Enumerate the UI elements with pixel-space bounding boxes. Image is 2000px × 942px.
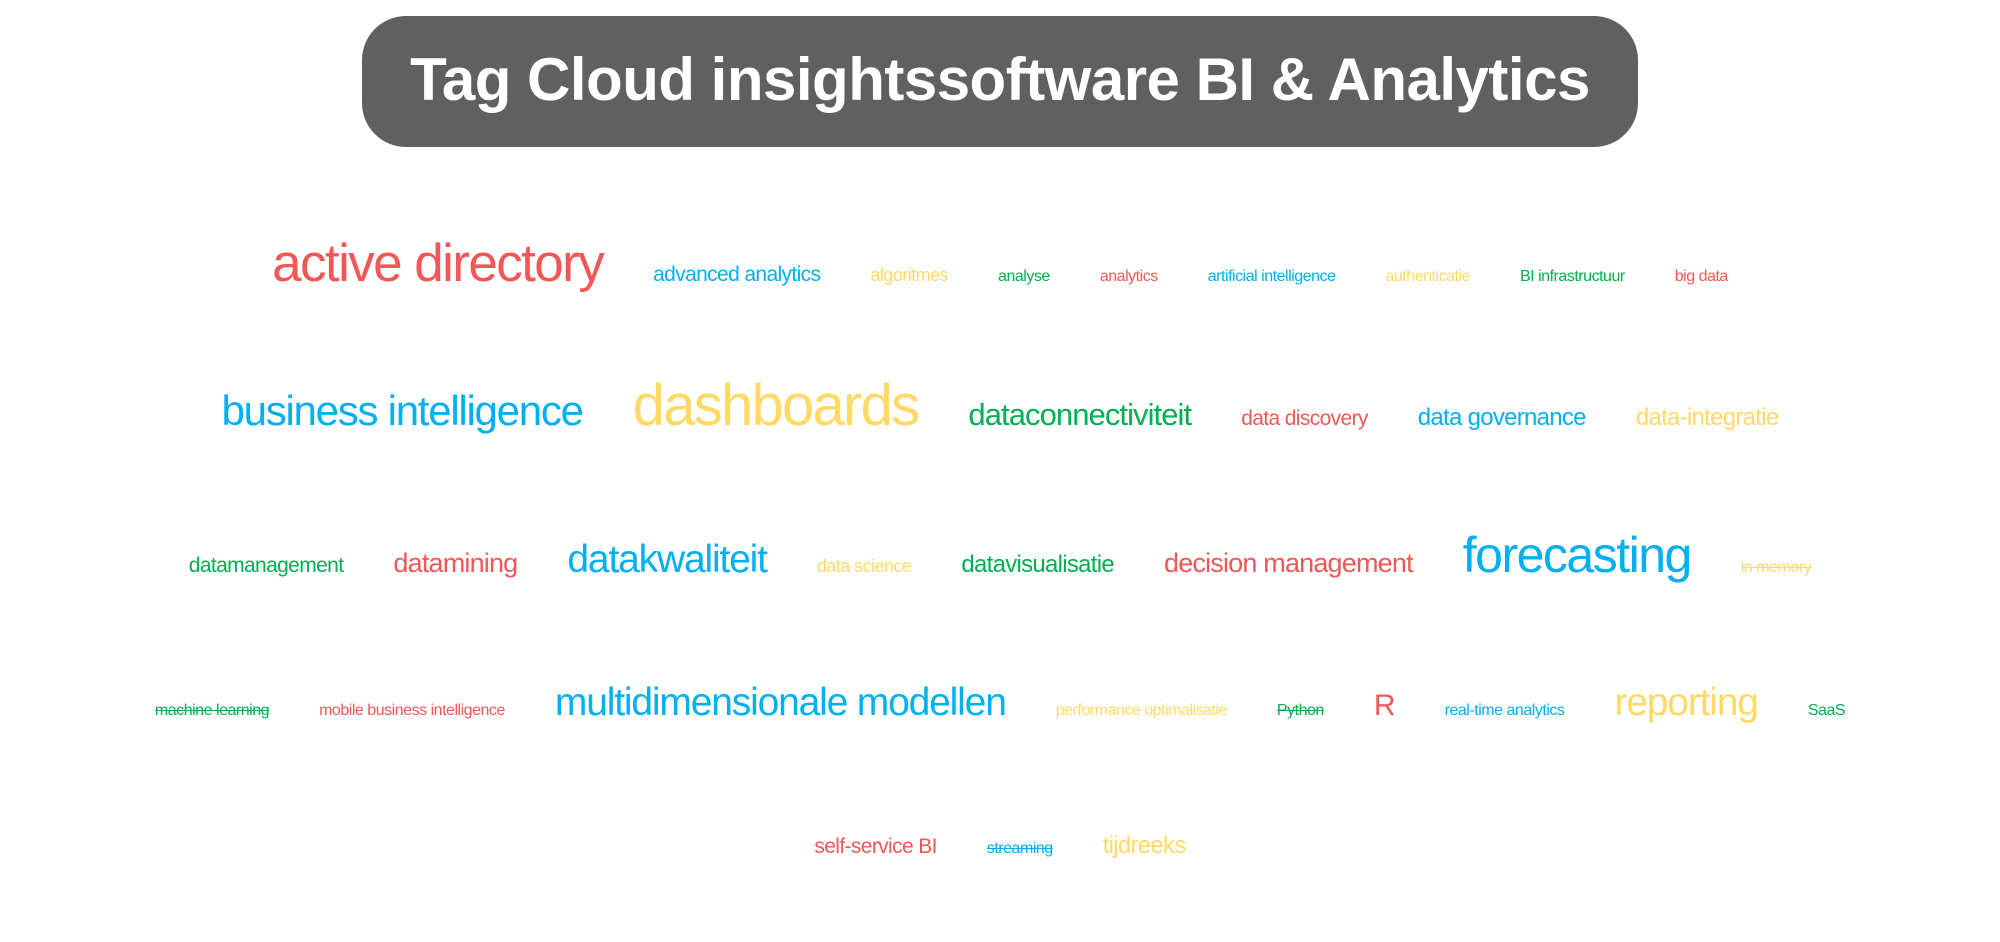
tag-datamanagement[interactable]: datamanagement bbox=[189, 555, 344, 576]
tag-analyse[interactable]: analyse bbox=[998, 269, 1050, 285]
tag-bi-infrastructuur[interactable]: BI infrastructuur bbox=[1520, 269, 1625, 285]
tag-artificial-intelligence[interactable]: artificial intelligence bbox=[1208, 269, 1336, 285]
tag-machine-learning[interactable]: machine learning bbox=[155, 703, 270, 719]
tag-python[interactable]: Python bbox=[1277, 703, 1324, 719]
tag-data-discovery[interactable]: data discovery bbox=[1241, 408, 1368, 429]
tag-decision-management[interactable]: decision management bbox=[1164, 550, 1414, 577]
tag-r[interactable]: R bbox=[1374, 691, 1396, 721]
tag-advanced-analytics[interactable]: advanced analytics bbox=[653, 264, 821, 285]
tag-streaming[interactable]: streaming bbox=[987, 841, 1053, 857]
tag-datakwaliteit[interactable]: datakwaliteit bbox=[567, 540, 768, 579]
tag-self-service-bi[interactable]: self-service BI bbox=[814, 836, 937, 857]
tag-saas[interactable]: SaaS bbox=[1808, 703, 1846, 719]
tag-tijdreeks[interactable]: tijdreeks bbox=[1103, 834, 1187, 858]
tag-dataconnectiviteit[interactable]: dataconnectiviteit bbox=[968, 399, 1192, 430]
tag-algoritmes[interactable]: algoritmes bbox=[870, 266, 948, 284]
tag-authenticatie[interactable]: authenticatie bbox=[1385, 269, 1470, 285]
tag-big-data[interactable]: big data bbox=[1675, 269, 1729, 285]
tag-in-memory[interactable]: in memory bbox=[1741, 560, 1812, 576]
tag-analytics[interactable]: analytics bbox=[1100, 269, 1158, 285]
tag-forecasting[interactable]: forecasting bbox=[1463, 530, 1693, 580]
tag-datamining[interactable]: datamining bbox=[393, 550, 518, 577]
tag-cloud: active directory advanced analytics algori… bbox=[0, 0, 2000, 942]
tag-mobile-business-intelligence[interactable]: mobile business intelligence bbox=[319, 703, 505, 719]
tag-data-governance[interactable]: data governance bbox=[1418, 406, 1587, 430]
tag-dashboards[interactable]: dashboards bbox=[633, 377, 920, 435]
tag-multidimensionale-modellen[interactable]: multidimensionale modellen bbox=[555, 683, 1007, 722]
tag-datavisualisatie[interactable]: datavisualisatie bbox=[961, 553, 1114, 577]
tag-real-time-analytics[interactable]: real-time analytics bbox=[1445, 703, 1565, 719]
tag-active-directory[interactable]: active directory bbox=[272, 237, 605, 290]
tag-reporting[interactable]: reporting bbox=[1614, 683, 1759, 722]
tag-data-science[interactable]: data science bbox=[817, 557, 912, 575]
tag-business-intelligence[interactable]: business intelligence bbox=[222, 390, 584, 432]
tag-performance-optimalisatie[interactable]: performance optimalisatie bbox=[1056, 703, 1228, 719]
tag-data-integratie[interactable]: data-integratie bbox=[1636, 406, 1779, 430]
